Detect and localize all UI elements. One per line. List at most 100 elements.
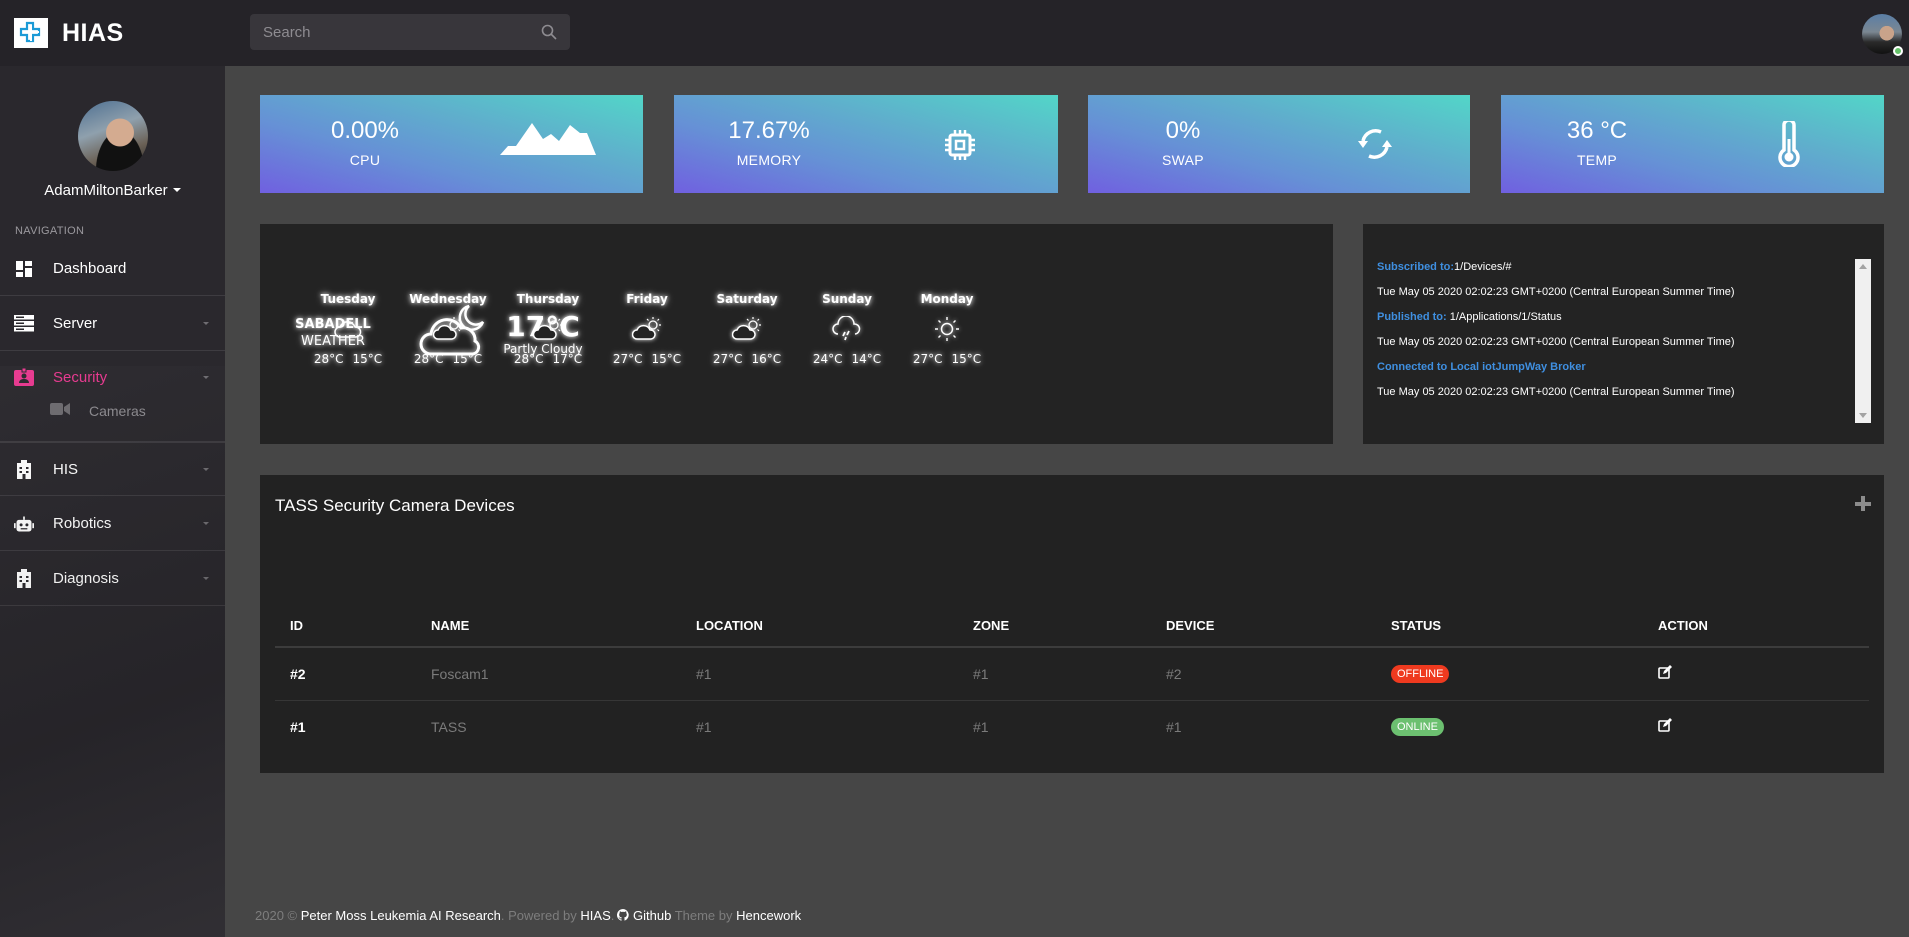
dashboard-icon xyxy=(14,259,34,279)
area-chart-icon xyxy=(500,123,596,155)
table-header-row: ID NAME LOCATION ZONE DEVICE STATUS ACTI… xyxy=(275,605,1869,648)
sidebar-item-label: HIS xyxy=(53,460,79,478)
column-header-id[interactable]: ID xyxy=(275,605,416,648)
column-header-location[interactable]: LOCATION xyxy=(681,605,958,648)
sidebar-item-dashboard[interactable]: Dashboard xyxy=(0,242,225,296)
caret-down-icon xyxy=(203,467,209,471)
stat-value: 0% xyxy=(1165,117,1201,144)
devices-table: ID NAME LOCATION ZONE DEVICE STATUS ACTI… xyxy=(275,605,1869,753)
table-row: #2 Foscam1 #1 #1 #2 OFFLINE xyxy=(275,647,1869,701)
sidebar: AdamMiltonBarker NAVIGATION Dashboard Se… xyxy=(0,66,225,937)
footer-github-link[interactable]: Github xyxy=(633,908,671,923)
forecast-day: Friday 27°C 15°C xyxy=(602,292,692,366)
cell-location: #1 xyxy=(696,718,712,735)
column-header-status[interactable]: STATUS xyxy=(1376,605,1643,648)
cell-status: ONLINE xyxy=(1376,700,1643,753)
sidebar-item-label: Security xyxy=(53,369,108,386)
cloud-rain-icon xyxy=(832,315,862,342)
stat-card-temp: 36 °C TEMP xyxy=(1501,95,1884,193)
sidebar-subitem-cameras[interactable]: Cameras xyxy=(0,396,225,426)
forecast-day-name: Tuesday xyxy=(320,292,376,306)
cell-status: OFFLINE xyxy=(1376,647,1643,701)
footer-powered-by: . Powered by xyxy=(500,908,577,923)
stat-label: SWAP xyxy=(1162,152,1204,168)
table-row: #1 TASS #1 #1 #1 ONLINE xyxy=(275,700,1869,753)
forecast-low: 15°C xyxy=(352,352,383,366)
search-icon[interactable] xyxy=(540,23,558,41)
video-camera-icon xyxy=(50,402,70,421)
online-status-indicator xyxy=(1893,46,1903,56)
search-box xyxy=(250,14,570,50)
cell-name: TASS xyxy=(431,718,467,735)
sidebar-item-server[interactable]: Server xyxy=(0,297,225,351)
forecast-temps: 28°C 15°C xyxy=(303,352,393,366)
log-entry-label: Connected to Local iotJumpWay Broker xyxy=(1377,361,1586,373)
robot-icon xyxy=(14,514,34,534)
edit-icon[interactable] xyxy=(1658,718,1672,733)
stat-label: TEMP xyxy=(1576,152,1618,168)
sidebar-item-label: Robotics xyxy=(53,515,112,532)
forecast-low: 14°C xyxy=(851,352,882,366)
forecast-temps: 27°C 15°C xyxy=(902,352,992,366)
add-device-button[interactable] xyxy=(1853,494,1873,514)
log-entry: Connected to Local iotJumpWay Broker xyxy=(1377,360,1849,385)
hospital-icon xyxy=(14,459,34,479)
forecast-day-name: Monday xyxy=(920,292,974,306)
server-icon xyxy=(14,314,34,334)
log-entry-text: Tue May 05 2020 02:02:23 GMT+0200 (Centr… xyxy=(1377,386,1735,398)
user-dropdown[interactable]: AdamMiltonBarker xyxy=(0,182,225,199)
scroll-up-arrow-icon[interactable] xyxy=(1859,264,1867,269)
username: AdamMiltonBarker xyxy=(44,182,168,199)
cloud-sun-icon xyxy=(432,316,463,342)
caret-down-icon xyxy=(203,376,209,379)
github-icon xyxy=(617,909,629,921)
log-entry-text: Tue May 05 2020 02:02:23 GMT+0200 (Centr… xyxy=(1377,286,1735,298)
hospital-icon xyxy=(14,569,34,589)
app-name[interactable]: HIAS xyxy=(62,19,124,48)
sidebar-subitem-label: Cameras xyxy=(89,403,146,419)
forecast-temps: 24°C 14°C xyxy=(802,352,892,366)
footer-copyright: 2020 © xyxy=(255,908,298,923)
footer-theme-author-link[interactable]: Hencework xyxy=(736,908,801,923)
search-input[interactable] xyxy=(250,14,530,50)
log-entry: Subscribed to:1/Devices/# xyxy=(1377,260,1849,285)
forecast-temps: 27°C 16°C xyxy=(702,352,792,366)
forecast-temps: 28°C 15°C xyxy=(403,352,493,366)
log-entry-label: Published to: xyxy=(1377,311,1447,323)
forecast-day: Tuesday 28°C 15°C xyxy=(303,292,393,366)
cell-action xyxy=(1643,700,1869,753)
sidebar-item-label: Dashboard xyxy=(53,260,127,277)
scroll-down-arrow-icon[interactable] xyxy=(1859,413,1867,418)
caret-down-icon xyxy=(203,522,209,525)
column-header-name[interactable]: NAME xyxy=(416,605,681,648)
forecast-day: Thursday 28°C 17°C xyxy=(503,292,593,366)
footer-org-link[interactable]: Peter Moss Leukemia AI Research xyxy=(301,908,501,923)
forecast-day-name: Wednesday xyxy=(409,292,487,306)
sidebar-avatar[interactable] xyxy=(78,101,148,171)
sidebar-item-robotics[interactable]: Robotics xyxy=(0,497,225,551)
caret-down-icon xyxy=(172,188,181,192)
forecast-high: 24°C xyxy=(812,352,843,366)
card-title: TASS Security Camera Devices xyxy=(275,496,515,515)
sidebar-item-diagnosis[interactable]: Diagnosis xyxy=(0,552,225,606)
column-header-zone[interactable]: ZONE xyxy=(958,605,1151,648)
stat-value: 36 °C xyxy=(1566,117,1628,144)
weather-widget: SABADELL WEATHER 17°C Partly Cloudy Tues… xyxy=(260,224,1333,444)
cell-device: #2 xyxy=(1151,647,1376,701)
footer-hias-link[interactable]: HIAS xyxy=(580,908,610,923)
devices-card: TASS Security Camera Devices ID NAME LOC… xyxy=(260,475,1884,773)
forecast-low: 15°C xyxy=(651,352,682,366)
log-scrollbar[interactable] xyxy=(1855,259,1871,423)
edit-icon[interactable] xyxy=(1658,665,1672,680)
forecast-temps: 28°C 17°C xyxy=(503,352,593,366)
forecast-high: 28°C xyxy=(513,352,544,366)
column-header-device[interactable]: DEVICE xyxy=(1151,605,1376,648)
cell-id: #1 xyxy=(290,718,306,735)
sidebar-item-his[interactable]: HIS xyxy=(0,442,225,496)
stat-value: 0.00% xyxy=(330,117,400,144)
forecast-day-name: Thursday xyxy=(516,292,580,306)
sun-icon xyxy=(932,316,962,342)
footer: 2020 © Peter Moss Leukemia AI Research. … xyxy=(255,908,802,923)
iotjumpway-log-panel: Subscribed to:1/Devices/# Tue May 05 2020… xyxy=(1363,224,1884,444)
hias-logo-icon[interactable] xyxy=(14,18,48,48)
